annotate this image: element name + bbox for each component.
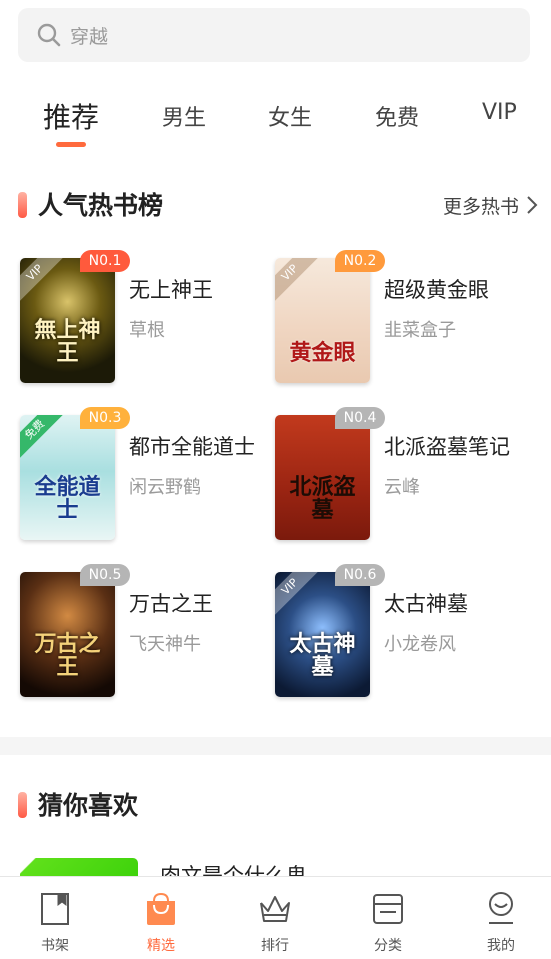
book-author: 飞天神牛 — [129, 634, 201, 655]
tab-vip[interactable]: VIP — [482, 100, 517, 125]
book-title: 超级黄金眼 — [384, 278, 489, 302]
book-cover[interactable]: 全能道士 免费 — [20, 415, 115, 540]
book-cover[interactable]: 北派盗墓 — [275, 415, 370, 540]
rank-badge: N0.4 — [335, 407, 385, 429]
tab-female[interactable]: 女生 — [268, 100, 312, 132]
chevron-right-icon[interactable] — [525, 194, 539, 216]
tab-male[interactable]: 男生 — [162, 100, 206, 132]
nav-bookshelf[interactable]: 书架 — [0, 877, 110, 959]
nav-profile[interactable]: 我的 — [446, 877, 551, 959]
bag-icon — [147, 892, 175, 925]
section-accent-bar — [18, 792, 27, 818]
tab-free[interactable]: 免费 — [375, 100, 419, 132]
book-item[interactable]: 全能道士 免费 N0.3 都市全能道士 闲云野鹤 — [20, 407, 280, 540]
book-item[interactable]: 黄金眼 VIP N0.2 超级黄金眼 韭菜盒子 — [275, 250, 535, 383]
book-author: 云峰 — [384, 477, 420, 498]
book-author: 小龙卷风 — [384, 634, 456, 655]
book-cover[interactable]: 万古之王 — [20, 572, 115, 697]
section-title: 人气热书榜 — [38, 191, 164, 220]
book-cover[interactable]: 太古神墓 VIP — [275, 572, 370, 697]
section-divider — [0, 737, 551, 755]
bottom-nav: 书架 精选 排行 分类 我的 — [0, 876, 551, 959]
book-author: 韭菜盒子 — [384, 320, 456, 341]
rank-badge: N0.2 — [335, 250, 385, 272]
book-item[interactable]: 無上神王 VIP N0.1 无上神王 草根 — [20, 250, 280, 383]
book-cover[interactable]: 無上神王 VIP — [20, 258, 115, 383]
profile-icon — [489, 892, 513, 924]
section-accent-bar — [18, 192, 27, 218]
bookshelf-icon — [41, 893, 69, 925]
more-hot-books-link[interactable]: 更多热书 — [443, 192, 519, 219]
category-icon — [373, 894, 403, 924]
rank-badge: N0.3 — [80, 407, 130, 429]
category-tabs: 推荐 男生 女生 免费 VIP — [0, 90, 551, 150]
book-item[interactable]: 北派盗墓 N0.4 北派盗墓笔记 云峰 — [275, 407, 535, 540]
rank-badge: N0.1 — [80, 250, 130, 272]
tab-recommend[interactable]: 推荐 — [43, 96, 99, 136]
book-item[interactable]: 万古之王 N0.5 万古之王 飞天神牛 — [20, 564, 280, 697]
book-title: 无上神王 — [129, 278, 213, 302]
hot-section-header: 人气热书榜 更多热书 — [0, 186, 551, 226]
nav-ranking[interactable]: 排行 — [220, 877, 330, 959]
tab-indicator — [56, 142, 86, 147]
book-title: 北派盗墓笔记 — [384, 435, 510, 459]
book-title: 万古之王 — [129, 592, 213, 616]
book-title: 都市全能道士 — [129, 435, 255, 459]
rank-badge: N0.5 — [80, 564, 130, 586]
book-author: 草根 — [129, 320, 165, 341]
search-bar[interactable]: 穿越 — [18, 8, 530, 62]
book-author: 闲云野鹤 — [129, 477, 201, 498]
book-item[interactable]: 太古神墓 VIP N0.6 太古神墓 小龙卷风 — [275, 564, 535, 697]
nav-featured[interactable]: 精选 — [106, 877, 216, 959]
crown-icon — [260, 896, 290, 922]
nav-category[interactable]: 分类 — [333, 877, 443, 959]
guess-section-header: 猜你喜欢 — [0, 786, 551, 826]
search-icon — [37, 23, 61, 47]
rank-badge: N0.6 — [335, 564, 385, 586]
section-title: 猜你喜欢 — [38, 791, 139, 820]
search-placeholder: 穿越 — [70, 25, 109, 48]
book-cover[interactable]: 黄金眼 VIP — [275, 258, 370, 383]
book-title: 太古神墓 — [384, 592, 468, 616]
